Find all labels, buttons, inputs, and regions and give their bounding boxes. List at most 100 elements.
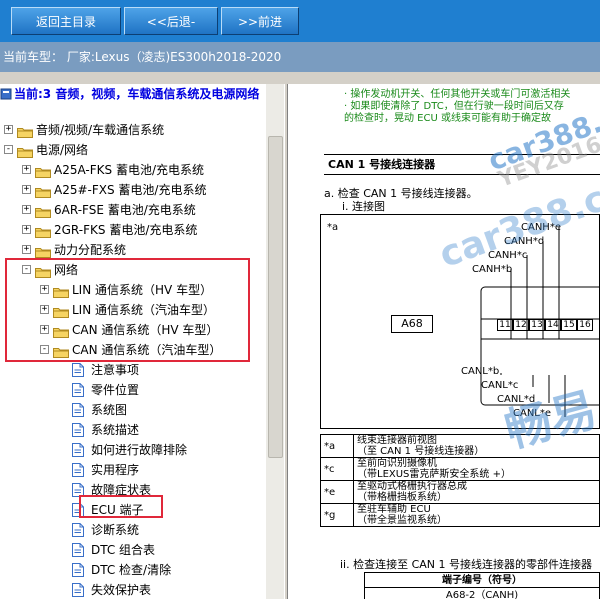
legend-text: 至前向识别摄像机 （带LEXUS雷克萨斯安全系统 +）	[353, 457, 600, 481]
tree-doc-item[interactable]: 失效保护表	[0, 580, 266, 599]
legend-key: *c	[320, 457, 354, 481]
tree-folder-item[interactable]: + A25A-FKS 蓄电池/充电系统	[0, 160, 266, 180]
current-path: 当前:3 音频，视频，车载通信系统及电源网络	[0, 86, 264, 103]
expand-icon[interactable]: +	[22, 225, 31, 234]
step-a-i: i. 连接图	[342, 200, 386, 213]
legend-text: 至驱动式格栅执行器总成 （带格栅挡板系统）	[353, 480, 600, 504]
pin-number: 14	[545, 319, 561, 331]
pin-number: 12	[513, 319, 529, 331]
tree-item-label: DTC 检查/清除	[91, 563, 172, 577]
legend-row: *c 至前向识别摄像机 （带LEXUS雷克萨斯安全系统 +）	[320, 457, 600, 481]
tree-item-label: A25#-FXS 蓄电池/充电系统	[54, 183, 207, 197]
tree-item-label: A25A-FKS 蓄电池/充电系统	[54, 163, 205, 177]
terminal-table-cell: A68-2（CANH)	[364, 587, 600, 599]
expand-icon[interactable]: +	[22, 205, 31, 214]
tree-folder-item[interactable]: + 动力分配系统	[0, 240, 266, 260]
highlight-box-network	[5, 258, 250, 362]
document-icon	[72, 523, 84, 537]
tree-doc-item[interactable]: 诊断系统	[0, 520, 266, 540]
back-button[interactable]: <<后退-	[124, 7, 218, 35]
tree-folder-item[interactable]: +2GR-FKS 蓄电池/充电系统	[0, 220, 266, 240]
folder-icon	[35, 244, 51, 258]
document-icon	[72, 583, 84, 597]
toolbar-divider	[0, 72, 600, 84]
terminal-table: 端子编号（符号） A68-2（CANH)	[364, 572, 600, 599]
connector-id: A68	[391, 315, 433, 333]
expand-icon[interactable]: +	[22, 245, 31, 254]
tree-item-label: 如何进行故障排除	[91, 443, 188, 457]
toolbar: 返回主目录 <<后退- >>前进	[0, 0, 600, 42]
step-a: a. 检查 CAN 1 号接线连接器。	[324, 187, 478, 200]
legend-key: *g	[320, 503, 354, 527]
section-rule-bottom	[324, 174, 600, 175]
document-icon	[72, 383, 84, 397]
pin-number: 13	[529, 319, 545, 331]
expand-icon[interactable]: +	[4, 125, 13, 134]
expand-icon[interactable]: +	[22, 165, 31, 174]
tree-item-label: 实用程序	[91, 463, 140, 477]
tree-doc-item[interactable]: 系统描述	[0, 420, 266, 440]
document-icon	[72, 363, 84, 377]
tree-item-label: 6AR-FSE 蓄电池/充电系统	[54, 203, 196, 217]
tree-folder-item[interactable]: +6AR-FSE 蓄电池/充电系统	[0, 200, 266, 220]
legend-key: *e	[320, 480, 354, 504]
legend-row: *e 至驱动式格栅执行器总成 （带格栅挡板系统）	[320, 480, 600, 504]
document-icon	[72, 423, 84, 437]
tree-doc-item[interactable]: DTC 组合表	[0, 540, 266, 560]
tree-doc-item[interactable]: 注意事项	[0, 360, 266, 380]
current-model-bar: 当前车型： 厂家:Lexus（凌志)ES300h2018-2020	[0, 42, 600, 72]
folder-icon	[17, 144, 33, 158]
legend-row: *g 至驻车辅助 ECU （带全景监视系统）	[320, 503, 600, 527]
folder-icon	[35, 184, 51, 198]
scrollbar-thumb[interactable]	[268, 136, 283, 458]
tree-item-label: 失效保护表	[91, 583, 152, 597]
tree-item-label: 系统图	[91, 403, 128, 417]
pin-number: 11	[497, 319, 513, 331]
section-title: CAN 1 号接线连接器	[328, 158, 436, 171]
home-button[interactable]: 返回主目录	[11, 7, 121, 35]
expand-icon[interactable]: +	[22, 185, 31, 194]
tree-scrollbar[interactable]	[266, 84, 284, 599]
pin-label-canl-c: CANL*c	[481, 380, 519, 391]
pin-label-canl-b: CANL*b	[461, 366, 500, 377]
legend-key: *a	[320, 434, 354, 458]
document-icon	[72, 463, 84, 477]
folder-icon	[35, 204, 51, 218]
document-icon	[72, 443, 84, 457]
folder-icon	[17, 124, 33, 138]
tree-doc-item[interactable]: 零件位置	[0, 380, 266, 400]
tree-item-label: DTC 组合表	[91, 543, 156, 557]
tree-doc-item[interactable]: 如何进行故障排除	[0, 440, 266, 460]
collapse-icon[interactable]: -	[4, 145, 13, 154]
folder-icon	[35, 164, 51, 178]
tree-folder-item[interactable]: - 电源/网络	[0, 140, 266, 160]
tree-doc-item[interactable]: 实用程序	[0, 460, 266, 480]
tree-doc-item[interactable]: 系统图	[0, 400, 266, 420]
highlight-box-ecu-terminal	[79, 495, 163, 518]
note-line-3: 的检查时，晃动 ECU 或线束可能有助于确定故	[344, 113, 551, 124]
tree-doc-item[interactable]: DTC 检查/清除	[0, 560, 266, 580]
document-icon	[72, 403, 84, 417]
legend-text: 至驻车辅助 ECU （带全景监视系统）	[353, 503, 600, 527]
forward-button[interactable]: >>前进	[221, 7, 299, 35]
tree-item-label: 2GR-FKS 蓄电池/充电系统	[54, 223, 198, 237]
tree-item-label: 诊断系统	[91, 523, 140, 537]
book-icon	[0, 88, 12, 100]
tree-item-label: 电源/网络	[36, 143, 89, 157]
step-a-ii: ii. 检查连接至 CAN 1 号接线连接器的零部件连接器	[340, 558, 593, 571]
document-panel: · 操作发动机开关、任何其他开关或车门可激活相关 · 如果即使清除了 DTC，但…	[288, 84, 600, 599]
document-icon	[72, 543, 84, 557]
tree-item-label: 零件位置	[91, 383, 140, 397]
pin-number: 15	[561, 319, 577, 331]
navigation-panel: 当前:3 音频，视频，车载通信系统及电源网络 + 音频/视频/车载通信系统 - 电源/…	[0, 84, 284, 599]
tree-item-label: 注意事项	[91, 363, 140, 377]
tree-item-label: 系统描述	[91, 423, 140, 437]
tree-item-label: 动力分配系统	[54, 243, 127, 257]
terminal-table-header: 端子编号（符号）	[364, 572, 600, 588]
tree-item-label: 音频/视频/车载通信系统	[36, 123, 165, 137]
tree-folder-item[interactable]: + A25#-FXS 蓄电池/充电系统	[0, 180, 266, 200]
pin-number: 16	[577, 319, 593, 331]
folder-icon	[35, 224, 51, 238]
tree-folder-item[interactable]: + 音频/视频/车载通信系统	[0, 120, 266, 140]
